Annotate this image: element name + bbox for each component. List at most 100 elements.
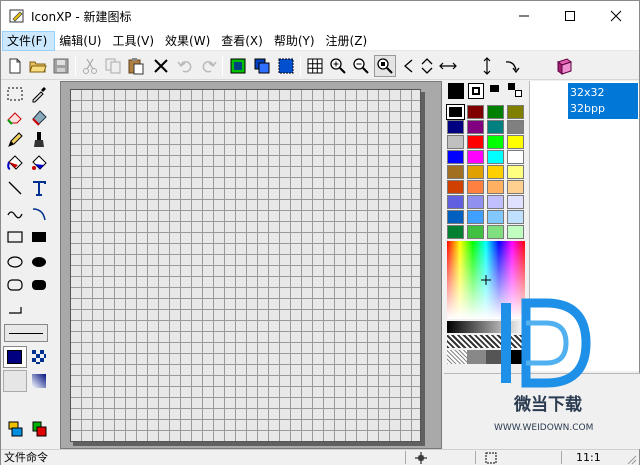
palette-swatch[interactable] — [507, 225, 524, 239]
palette-swatch[interactable] — [467, 195, 484, 209]
tool-pencil[interactable] — [3, 129, 27, 151]
redo-button[interactable] — [198, 55, 220, 77]
palette-swatch[interactable] — [467, 165, 484, 179]
select-green-button[interactable] — [227, 55, 249, 77]
palette-swatch[interactable] — [467, 180, 484, 194]
palette-swatch[interactable] — [487, 120, 504, 134]
shift-updown-button[interactable] — [416, 55, 438, 77]
tool-ellipse[interactable] — [3, 251, 27, 273]
paste-button[interactable] — [125, 55, 147, 77]
palette-swatch[interactable] — [507, 165, 524, 179]
tool-text[interactable] — [27, 177, 51, 199]
resize-grip-icon[interactable] — [625, 453, 637, 465]
format-size[interactable]: 32x32 — [570, 85, 636, 101]
tool-eraser-color[interactable] — [27, 106, 51, 128]
tool-rounded-rect-filled[interactable] — [27, 274, 51, 296]
palette-swatch[interactable] — [467, 150, 484, 164]
palette-swatch[interactable] — [447, 165, 464, 179]
tool-rectangle-filled[interactable] — [27, 226, 51, 248]
zoom-out-button[interactable] — [350, 55, 372, 77]
close-button[interactable] — [593, 1, 639, 31]
palette-swatch[interactable] — [447, 135, 464, 149]
copy-button[interactable] — [102, 55, 124, 77]
tool-curve[interactable] — [3, 202, 27, 224]
tool-gradient[interactable] — [27, 370, 51, 392]
palette-swatch[interactable] — [467, 105, 484, 119]
palette-swatch[interactable] — [447, 225, 464, 239]
tool-clone[interactable] — [27, 418, 51, 440]
tool-select-rect[interactable] — [3, 83, 27, 105]
tool-eyedropper[interactable] — [27, 83, 51, 105]
palette-swatch[interactable] — [507, 210, 524, 224]
menu-edit[interactable]: 编辑(U) — [55, 31, 108, 51]
menu-file[interactable]: 文件(F) — [2, 30, 56, 51]
palette-swatch[interactable] — [467, 225, 484, 239]
palette-swatch[interactable] — [487, 210, 504, 224]
zoom-fit-button[interactable] — [374, 55, 396, 77]
palette-swatch[interactable] — [447, 210, 464, 224]
palette-swatch[interactable] — [467, 210, 484, 224]
menu-register[interactable]: 注册(Z) — [322, 31, 375, 51]
save-button[interactable] — [50, 55, 72, 77]
grid-button[interactable] — [304, 55, 326, 77]
palette-swatch[interactable] — [487, 165, 504, 179]
palette-swatch[interactable] — [487, 195, 504, 209]
select-blue-button[interactable] — [275, 55, 297, 77]
tool-rectangle[interactable] — [3, 226, 27, 248]
menu-help[interactable]: 帮助(Y) — [270, 31, 322, 51]
palette-swatch[interactable] — [507, 135, 524, 149]
minimize-button[interactable] — [501, 1, 547, 31]
help-book-button[interactable] — [553, 55, 575, 77]
new-button[interactable] — [4, 55, 26, 77]
line-width-selector[interactable] — [4, 324, 48, 342]
flip-horizontal-button[interactable] — [437, 55, 459, 77]
undo-button[interactable] — [174, 55, 196, 77]
palette-swatch[interactable] — [487, 105, 504, 119]
tool-line[interactable] — [3, 177, 27, 199]
menu-tools[interactable]: 工具(V) — [108, 31, 161, 51]
flip-vertical-button[interactable] — [476, 55, 498, 77]
layers-button[interactable] — [251, 55, 273, 77]
zoom-in-button[interactable] — [327, 55, 349, 77]
color-mode-small[interactable] — [490, 85, 499, 92]
palette-swatch[interactable] — [487, 150, 504, 164]
tool-brush[interactable] — [27, 129, 51, 151]
palette-swatch[interactable] — [507, 195, 524, 209]
cut-button[interactable] — [79, 55, 101, 77]
palette-swatch[interactable] — [507, 120, 524, 134]
palette-swatch[interactable] — [507, 180, 524, 194]
palette-swatch[interactable] — [447, 180, 464, 194]
tool-polyline[interactable] — [3, 297, 27, 319]
palette-swatch[interactable] — [507, 150, 524, 164]
maximize-button[interactable] — [547, 1, 593, 31]
color-mode-transparent[interactable] — [468, 83, 484, 99]
palette-swatch[interactable] — [507, 105, 524, 119]
menu-view[interactable]: 查看(X) — [217, 31, 270, 51]
open-button[interactable] — [27, 55, 49, 77]
palette-swatch[interactable] — [487, 180, 504, 194]
tool-eraser[interactable] — [3, 106, 27, 128]
color-mode-black[interactable] — [448, 83, 464, 99]
color-pair-widget[interactable] — [3, 346, 27, 368]
tool-pattern[interactable] — [27, 346, 51, 368]
palette-swatch[interactable] — [487, 135, 504, 149]
tool-ellipse-filled[interactable] — [27, 251, 51, 273]
format-depth[interactable]: 32bpp — [570, 101, 636, 117]
palette-swatch[interactable] — [467, 135, 484, 149]
palette-swatch[interactable] — [447, 120, 464, 134]
palette-swatch[interactable] — [487, 225, 504, 239]
palette-swatch[interactable] — [446, 104, 465, 120]
delete-button[interactable] — [150, 55, 172, 77]
rotate-button[interactable] — [501, 55, 523, 77]
palette-swatch[interactable] — [447, 150, 464, 164]
palette-swatch[interactable] — [467, 120, 484, 134]
tool-arc[interactable] — [27, 202, 51, 224]
gradient-preview[interactable] — [3, 370, 27, 392]
tool-color-replace[interactable] — [27, 152, 51, 174]
menu-effects[interactable]: 效果(W) — [161, 31, 217, 51]
icon-format-list[interactable]: 32x32 32bpp — [568, 83, 638, 119]
tool-rounded-rect[interactable] — [3, 274, 27, 296]
palette-swatch[interactable] — [447, 195, 464, 209]
pixel-grid-canvas[interactable] — [70, 89, 421, 442]
tool-stamp[interactable] — [3, 418, 27, 440]
